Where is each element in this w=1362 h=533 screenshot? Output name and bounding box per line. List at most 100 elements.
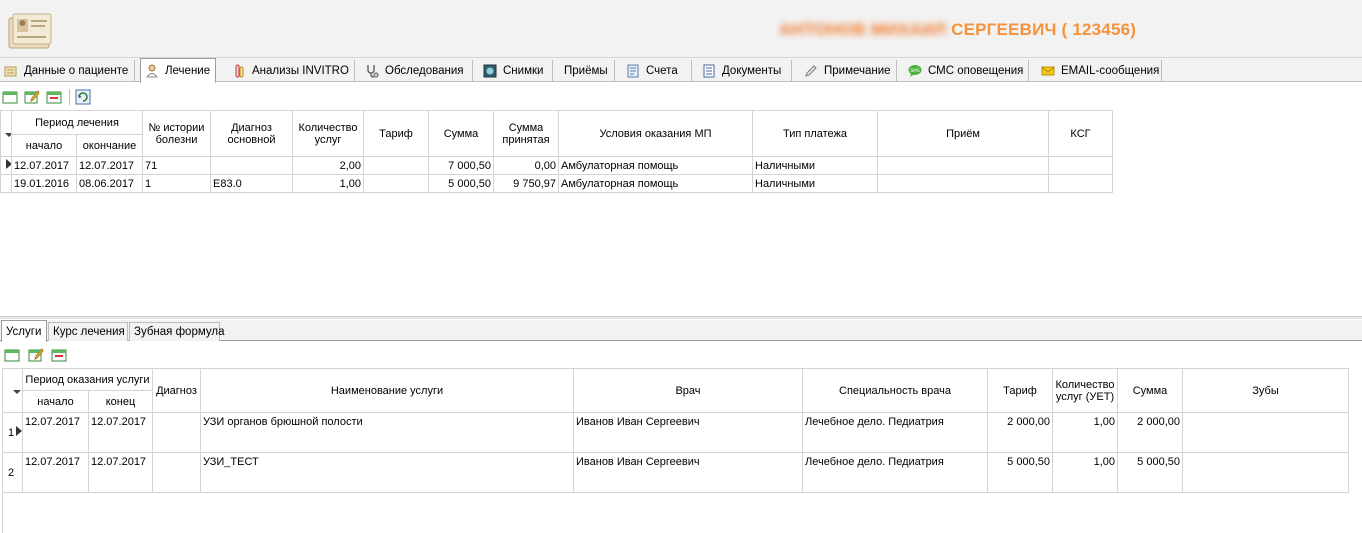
panel-splitter[interactable] (0, 316, 1362, 319)
col-diagnosis[interactable]: Диагноз (152, 368, 201, 413)
tab-services[interactable]: Услуги (1, 320, 47, 342)
cell-end[interactable]: 12.07.2017 (88, 412, 153, 453)
refresh-icon[interactable] (75, 89, 91, 105)
cell-ksg[interactable] (1048, 174, 1113, 193)
row-indicator: 2 (2, 452, 23, 493)
tab-email[interactable]: EMAIL-сообщения (1037, 60, 1162, 82)
table-row[interactable]: 1 12.07.2017 12.07.2017 УЗИ органов брюш… (2, 412, 1349, 453)
cell-count[interactable]: 1,00 (1052, 452, 1118, 493)
cell-ksg[interactable] (1048, 156, 1113, 175)
col-doctor[interactable]: Врач (573, 368, 803, 413)
col-period-start[interactable]: начало (11, 134, 77, 157)
cell-teeth[interactable] (1182, 412, 1349, 453)
cell-doctor[interactable]: Иванов Иван Сергеевич (573, 452, 803, 493)
tab-sms[interactable]: SMS СМС оповещения (904, 60, 1029, 82)
edit-record-icon[interactable] (24, 89, 40, 105)
tab-treatment-course[interactable]: Курс лечения (48, 322, 128, 341)
cell-tariff[interactable]: 2 000,00 (987, 412, 1053, 453)
cell-start[interactable]: 12.07.2017 (22, 452, 89, 493)
col-sum-accepted[interactable]: Сумма принятая (493, 110, 559, 157)
tab-treatment[interactable]: Лечение (140, 58, 216, 83)
col-service-name[interactable]: Наименование услуги (200, 368, 574, 413)
cell-count[interactable]: 1,00 (1052, 412, 1118, 453)
col-service-count[interactable]: Количество услуг (УЕТ) (1052, 368, 1118, 413)
cell-conditions[interactable]: Амбулаторная помощь (558, 156, 753, 175)
cell-diagnosis[interactable] (210, 156, 293, 175)
tab-invoices[interactable]: Счета (622, 60, 692, 82)
cell-tariff[interactable]: 5 000,50 (987, 452, 1053, 493)
main-tabs: Данные о пациенте Лечение Анализы INVITR… (0, 58, 1362, 83)
cell-specialty[interactable]: Лечебное дело. Педиатрия (802, 452, 988, 493)
add-record-icon[interactable] (4, 347, 20, 363)
col-service-count[interactable]: Количество услуг (292, 110, 364, 157)
cell-history[interactable]: 71 (142, 156, 211, 175)
tab-dental-formula[interactable]: Зубная формула (129, 322, 224, 341)
col-sum[interactable]: Сумма (1117, 368, 1183, 413)
cell-count[interactable]: 1,00 (292, 174, 364, 193)
col-doctor-specialty[interactable]: Специальность врача (802, 368, 988, 413)
table-row[interactable]: 12.07.2017 12.07.2017 71 2,00 7 000,50 0… (0, 156, 1113, 175)
col-period[interactable]: Период лечения (11, 110, 143, 135)
cell-start[interactable]: 19.01.2016 (11, 174, 77, 193)
cell-teeth[interactable] (1182, 452, 1349, 493)
test-tube-icon (235, 64, 244, 78)
cell-sum-accepted[interactable]: 9 750,97 (493, 174, 559, 193)
col-tariff[interactable]: Тариф (987, 368, 1053, 413)
col-tariff[interactable]: Тариф (363, 110, 429, 157)
cell-end[interactable]: 08.06.2017 (76, 174, 143, 193)
cell-conditions[interactable]: Амбулаторная помощь (558, 174, 753, 193)
cell-reception[interactable] (877, 174, 1049, 193)
row-indicator-header[interactable] (0, 110, 12, 157)
col-period-end[interactable]: окончание (76, 134, 143, 157)
cell-sum-accepted[interactable]: 0,00 (493, 156, 559, 175)
cell-tariff[interactable] (363, 156, 429, 175)
cell-sum[interactable]: 7 000,50 (428, 156, 494, 175)
tab-notes[interactable]: Примечание (800, 60, 897, 82)
col-sum[interactable]: Сумма (428, 110, 494, 157)
cell-diagnosis[interactable] (152, 412, 201, 453)
col-payment-type[interactable]: Тип платежа (752, 110, 878, 157)
tab-documents[interactable]: Документы (698, 60, 792, 82)
cell-end[interactable]: 12.07.2017 (88, 452, 153, 493)
table-row[interactable]: 2 12.07.2017 12.07.2017 УЗИ_ТЕСТ Иванов … (2, 452, 1349, 493)
cell-start[interactable]: 12.07.2017 (22, 412, 89, 453)
cell-diagnosis[interactable] (152, 452, 201, 493)
col-service-period[interactable]: Период оказания услуги (22, 368, 153, 391)
cell-history[interactable]: 1 (142, 174, 211, 193)
row-indicator-header[interactable] (2, 368, 23, 413)
cell-sum[interactable]: 5 000,50 (1117, 452, 1183, 493)
cell-start[interactable]: 12.07.2017 (11, 156, 77, 175)
col-reception[interactable]: Приём (877, 110, 1049, 157)
edit-record-icon[interactable] (28, 347, 44, 363)
cell-tariff[interactable] (363, 174, 429, 193)
tab-invitro[interactable]: Анализы INVITRO (228, 60, 355, 82)
col-conditions[interactable]: Условия оказания МП (558, 110, 753, 157)
delete-record-icon[interactable] (46, 89, 62, 105)
col-history[interactable]: № истории болезни (142, 110, 211, 157)
xray-icon (483, 64, 497, 78)
cell-reception[interactable] (877, 156, 1049, 175)
col-ksg[interactable]: КСГ (1048, 110, 1113, 157)
cell-service-name[interactable]: УЗИ органов брюшной полости (200, 412, 574, 453)
tab-images[interactable]: Снимки (479, 60, 553, 82)
cell-sum[interactable]: 2 000,00 (1117, 412, 1183, 453)
cell-end[interactable]: 12.07.2017 (76, 156, 143, 175)
cell-count[interactable]: 2,00 (292, 156, 364, 175)
cell-diagnosis[interactable]: E83.0 (210, 174, 293, 193)
cell-payment[interactable]: Наличными (752, 174, 878, 193)
cell-payment[interactable]: Наличными (752, 156, 878, 175)
tab-examinations[interactable]: Обследования (361, 60, 473, 82)
col-teeth[interactable]: Зубы (1182, 368, 1349, 413)
cell-doctor[interactable]: Иванов Иван Сергеевич (573, 412, 803, 453)
tab-patient-data[interactable]: Данные о пациенте (0, 60, 135, 82)
col-diagnosis[interactable]: Диагноз основной (210, 110, 293, 157)
table-row[interactable]: 19.01.2016 08.06.2017 1 E83.0 1,00 5 000… (0, 174, 1113, 193)
cell-sum[interactable]: 5 000,50 (428, 174, 494, 193)
cell-specialty[interactable]: Лечебное дело. Педиатрия (802, 412, 988, 453)
add-record-icon[interactable] (2, 89, 18, 105)
delete-record-icon[interactable] (51, 347, 67, 363)
tab-receptions[interactable]: Приёмы (558, 60, 615, 82)
col-service-period-start[interactable]: начало (22, 390, 89, 413)
col-service-period-end[interactable]: конец (88, 390, 153, 413)
cell-service-name[interactable]: УЗИ_ТЕСТ (200, 452, 574, 493)
